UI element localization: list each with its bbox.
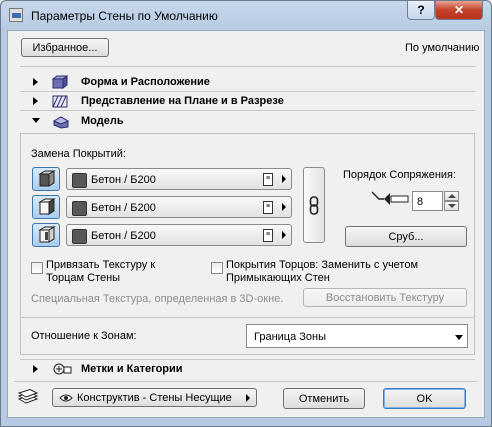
zone-relation-value: Граница Зоны bbox=[254, 331, 327, 343]
junction-order-icon bbox=[371, 191, 409, 205]
window-title: Параметры Стены по Умолчанию bbox=[31, 9, 218, 23]
labels-categories-icon bbox=[53, 363, 72, 375]
divider bbox=[14, 381, 478, 382]
favorites-button[interactable]: Избранное... bbox=[21, 38, 109, 57]
section-label: Метки и Категории bbox=[81, 363, 183, 375]
restore-texture-button[interactable]: Восстановить Текстуру bbox=[303, 288, 467, 307]
stepper-down-icon bbox=[448, 204, 456, 208]
expand-arrow-icon bbox=[33, 78, 38, 86]
caret-right-icon bbox=[282, 175, 286, 183]
material-doc-icon: ≡ bbox=[263, 229, 273, 242]
caret-right-icon bbox=[282, 203, 286, 211]
close-button[interactable]: ✕ bbox=[435, 1, 483, 20]
section-label: Модель bbox=[81, 115, 124, 127]
material-swatch bbox=[72, 229, 87, 244]
shape-position-icon bbox=[52, 75, 68, 89]
section-header-shape[interactable]: Форма и Расположение bbox=[20, 75, 475, 91]
surface-inner-button[interactable] bbox=[32, 223, 60, 247]
material-swatch bbox=[72, 173, 87, 188]
zone-relation-label: Отношение к Зонам: bbox=[31, 330, 137, 342]
chevron-down-icon bbox=[455, 335, 463, 340]
edge-cover-label: Покрытия Торцов: Заменить с учетом Примы… bbox=[226, 259, 419, 284]
material-name: Бетон / Б200 bbox=[91, 202, 156, 214]
layers-icon bbox=[17, 389, 39, 404]
section-header-labels[interactable]: Метки и Категории bbox=[20, 361, 475, 377]
default-label: По умолчанию bbox=[405, 42, 480, 54]
cancel-button[interactable]: Отменить bbox=[283, 388, 365, 409]
floor-plan-section-icon bbox=[52, 95, 68, 108]
stepper-down-button[interactable] bbox=[444, 201, 459, 211]
section-label: Форма и Расположение bbox=[81, 76, 210, 88]
edge-cover-checkbox[interactable] bbox=[211, 262, 223, 274]
archicad-icon bbox=[9, 8, 23, 22]
material-doc-icon: ≡ bbox=[263, 201, 273, 214]
divider bbox=[20, 359, 475, 360]
zone-relation-select[interactable]: Граница Зоны bbox=[246, 324, 468, 348]
section-header-model[interactable]: Модель bbox=[20, 112, 475, 130]
special-texture-label: Специальная Текстура, определенная в 3D-… bbox=[31, 293, 284, 305]
expand-arrow-icon bbox=[33, 365, 38, 373]
material-name: Бетон / Б200 bbox=[91, 230, 156, 242]
junction-order-input[interactable]: 8 bbox=[412, 191, 443, 211]
wall-outer-side-icon bbox=[38, 170, 56, 187]
layer-value: Конструктив - Стены Несущие bbox=[77, 391, 232, 404]
material-swatch bbox=[72, 201, 87, 216]
caret-right-icon bbox=[282, 231, 286, 239]
stepper-up-icon bbox=[448, 194, 456, 198]
log-button[interactable]: Сруб... bbox=[345, 226, 467, 247]
bind-texture-label: Привязать Текстуру к Торцам Стены bbox=[46, 259, 156, 284]
help-button[interactable]: ? bbox=[407, 1, 435, 20]
divider bbox=[20, 317, 475, 318]
surface-edge-button[interactable] bbox=[32, 195, 60, 219]
divider bbox=[20, 66, 475, 67]
junction-order-label: Порядок Сопряжения: bbox=[343, 169, 457, 181]
surface-inner-select[interactable]: Бетон / Б200 ≡ bbox=[66, 224, 292, 246]
material-name: Бетон / Б200 bbox=[91, 174, 156, 186]
divider bbox=[20, 91, 475, 92]
bind-texture-checkbox[interactable] bbox=[31, 262, 43, 274]
wall-edge-side-icon bbox=[38, 198, 56, 215]
surfaces-label: Замена Покрытий: bbox=[31, 148, 126, 160]
collapse-arrow-icon bbox=[32, 118, 40, 123]
expand-arrow-icon bbox=[33, 97, 38, 105]
stepper-up-button[interactable] bbox=[444, 191, 459, 201]
chain-link-icon bbox=[309, 196, 319, 215]
surface-outer-button[interactable] bbox=[32, 167, 60, 191]
wall-inner-side-icon bbox=[38, 226, 56, 243]
material-doc-icon: ≡ bbox=[263, 173, 273, 186]
surface-outer-select[interactable]: Бетон / Б200 ≡ bbox=[66, 168, 292, 190]
chain-link-button[interactable] bbox=[303, 167, 325, 243]
surface-edge-select[interactable]: Бетон / Б200 ≡ bbox=[66, 196, 292, 218]
eye-icon bbox=[59, 394, 73, 401]
caret-right-icon bbox=[246, 394, 250, 402]
section-label: Представление на Плане и в Разрезе bbox=[81, 95, 284, 107]
divider bbox=[20, 110, 475, 111]
model-icon bbox=[52, 116, 70, 129]
ok-button[interactable]: OK bbox=[383, 388, 466, 409]
section-header-floor-plan[interactable]: Представление на Плане и в Разрезе bbox=[20, 93, 475, 109]
layer-select[interactable]: Конструктив - Стены Несущие bbox=[52, 388, 257, 407]
junction-order-value: 8 bbox=[417, 196, 424, 208]
